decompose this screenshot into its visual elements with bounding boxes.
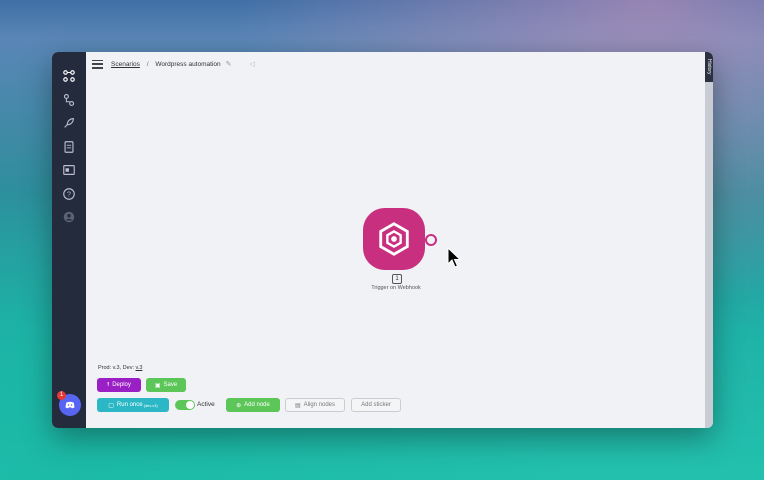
canvas-area[interactable]: Scenarios / Wordpress automation ✎ ◁ 1 T… [86,52,705,428]
save-label: Save [163,382,178,388]
user-icon[interactable] [61,209,77,225]
webhook-trigger-node[interactable] [363,208,425,270]
svg-text:?: ? [67,192,71,199]
webhook-icon [379,222,409,256]
add-node-label: Add node [244,402,270,408]
notification-badge: 1 [57,391,66,400]
node-label: Trigger on Webhook [371,285,421,291]
top-bar: Scenarios / Wordpress automation ✎ ◁ [92,58,255,70]
dev-version-link[interactable]: v.3 [136,365,143,371]
save-icon: ▣ [154,382,161,389]
active-label: Active [197,401,215,408]
add-sticker-button[interactable]: Add sticker [351,398,401,412]
run-icon: ▢ [108,402,114,409]
run-once-version: (dev.v3) [143,402,158,408]
history-label: History [706,59,712,75]
upload-icon: ⭱ [107,382,110,388]
menu-icon[interactable] [92,59,103,69]
version-prefix: Prod: v.3, Dev: [98,365,134,371]
align-nodes-button[interactable]: ▤ Align nodes [285,398,345,412]
breadcrumb-scenarios-link[interactable]: Scenarios [111,61,140,68]
plus-icon: ⊕ [236,402,242,409]
deploy-button[interactable]: ⭱ Deploy [97,378,141,392]
breadcrumb: Scenarios / Wordpress automation [111,61,221,68]
run-once-button[interactable]: ▢ Run once (dev.v3) [97,398,169,412]
dashboard-icon[interactable] [61,162,77,178]
sidebar: ? 1 [52,52,86,428]
add-sticker-label: Add sticker [361,402,391,408]
help-icon[interactable]: ? [61,186,77,202]
launch-icon[interactable] [61,115,77,131]
edit-icon[interactable]: ✎ [226,60,232,68]
version-info: Prod: v.3, Dev: v.3 [98,365,142,371]
deploy-label: Deploy [112,382,131,388]
discord-icon [65,401,75,409]
app-window: ? 1 Scenarios / Wordpress automation ✎ ◁ [52,52,713,428]
run-once-label: Run once [116,402,143,408]
align-nodes-label: Align nodes [303,402,336,408]
mouse-cursor-icon [447,247,461,268]
scenarios-icon[interactable] [61,68,77,84]
scrollbar[interactable] [705,52,713,428]
history-tab[interactable]: History [705,52,713,82]
active-toggle[interactable] [175,400,195,410]
share-icon[interactable]: ◁ [250,60,255,68]
nodes-icon[interactable] [61,92,77,108]
node-output-port[interactable] [425,234,437,246]
scenario-title: Wordpress automation [155,60,221,68]
breadcrumb-separator: / [146,60,149,68]
save-button[interactable]: ▣ Save [146,378,186,392]
add-node-button[interactable]: ⊕ Add node [226,398,280,412]
align-icon: ▤ [294,402,301,409]
docs-icon[interactable] [61,139,77,155]
discord-button[interactable]: 1 [57,391,81,416]
node-number: 1 [392,274,402,284]
